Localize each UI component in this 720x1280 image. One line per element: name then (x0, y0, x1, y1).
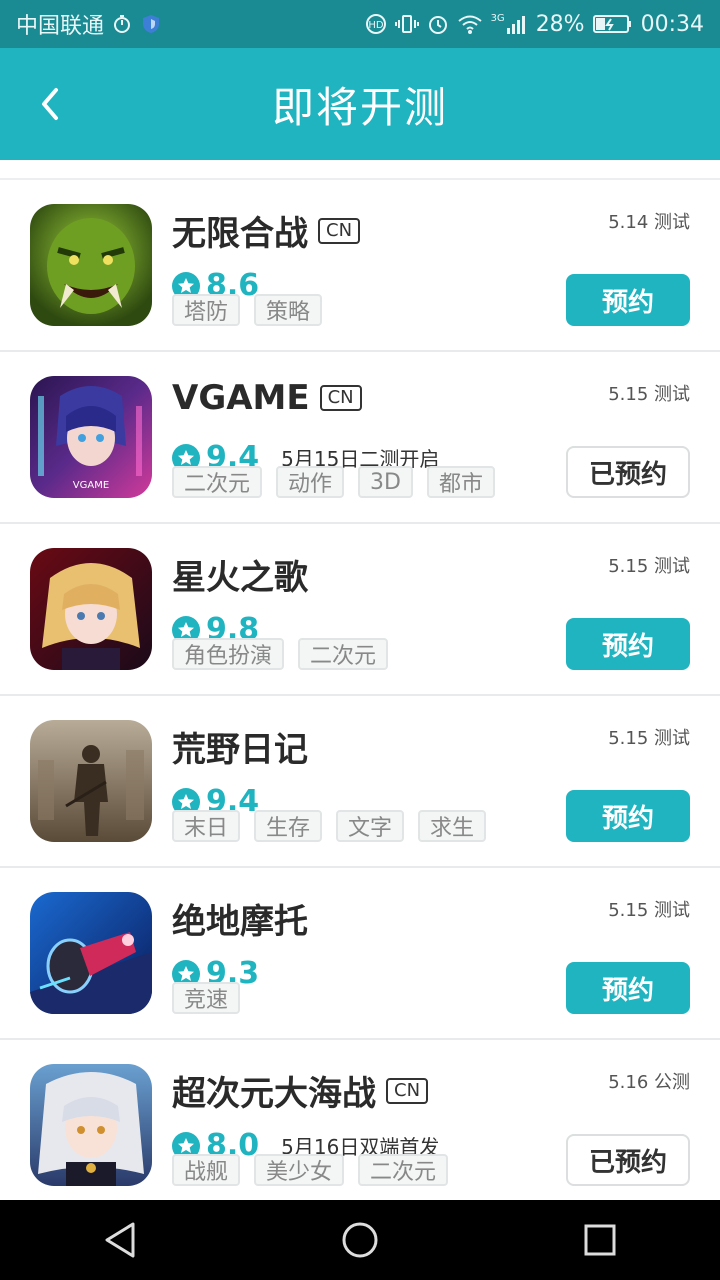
svg-text:HD: HD (368, 20, 384, 31)
reserve-button[interactable]: 预约 (566, 618, 690, 670)
network-type: 3G (490, 13, 505, 24)
list-item[interactable]: 星火之歌 5.15 测试 9.8 角色扮演 二次元 预约 (0, 524, 720, 696)
svg-text:VGAME: VGAME (73, 480, 109, 491)
reserve-button[interactable]: 预约 (566, 274, 690, 326)
system-nav-bar (0, 1200, 720, 1280)
circle-home-icon (342, 1222, 378, 1258)
list-item[interactable]: 超次元大海战 CN 5.16 公测 8.0 5月16日双端首发 战舰 美少女 二… (0, 1040, 720, 1212)
status-bar: 中国联通 HD 3G 28% 00:34 (0, 0, 720, 48)
battery-icon (592, 13, 633, 35)
game-name: 无限合战 (172, 214, 308, 254)
tag[interactable]: 策略 (254, 294, 323, 326)
test-date: 5.15 测试 (608, 556, 690, 577)
reserve-button[interactable]: 预约 (566, 790, 690, 842)
wifi-icon (457, 13, 483, 35)
battery-percent: 28% (535, 11, 585, 37)
region-badge: CN (319, 385, 362, 411)
tag-list: 战舰 美少女 二次元 (172, 1154, 449, 1186)
timer-icon (112, 14, 132, 34)
game-name: 超次元大海战 (172, 1074, 376, 1114)
tag-list: 竞速 (172, 982, 241, 1014)
tag[interactable]: 二次元 (172, 466, 263, 498)
game-icon-vgame[interactable]: VGAME (30, 376, 152, 498)
tag[interactable]: 文字 (336, 810, 405, 842)
chevron-left-icon (42, 88, 58, 120)
game-icon-orc[interactable] (30, 204, 152, 326)
game-list: 无限合战 CN 5.14 测试 8.6 塔防 策略 预约 VGAME VGAME… (0, 178, 720, 1212)
square-recents-icon (584, 1224, 616, 1256)
tag[interactable]: 动作 (276, 466, 345, 498)
test-date: 5.16 公测 (608, 1072, 690, 1093)
list-item[interactable]: 无限合战 CN 5.14 测试 8.6 塔防 策略 预约 (0, 180, 720, 352)
game-icon-wasteland[interactable] (30, 720, 152, 842)
clock: 00:34 (640, 11, 704, 37)
reserved-button[interactable]: 已预约 (566, 1134, 690, 1186)
region-badge: CN (386, 1077, 429, 1104)
tag-list: 末日 生存 文字 求生 (172, 810, 487, 842)
test-date: 5.15 测试 (608, 728, 690, 749)
hd-call-icon: HD (365, 13, 387, 35)
tag[interactable]: 二次元 (358, 1154, 449, 1186)
tag[interactable]: 3D (358, 466, 413, 498)
tag[interactable]: 都市 (426, 466, 495, 498)
tag[interactable]: 战舰 (172, 1154, 241, 1186)
game-icon-starfire[interactable] (30, 548, 152, 670)
reserve-button[interactable]: 预约 (566, 962, 690, 1014)
game-name: 星火之歌 (172, 558, 308, 598)
tag[interactable]: 竞速 (172, 982, 241, 1014)
tag-list: 角色扮演 二次元 (172, 638, 389, 670)
tag[interactable]: 角色扮演 (172, 638, 285, 670)
nav-home-button[interactable] (315, 1200, 405, 1280)
test-date: 5.14 测试 (608, 212, 690, 233)
tag[interactable]: 生存 (254, 810, 323, 842)
nav-recents-button[interactable] (555, 1200, 645, 1280)
app-header: 即将开测 (0, 48, 720, 160)
game-icon-motorcycle[interactable] (30, 892, 152, 1014)
page-title: 即将开测 (271, 82, 448, 132)
shield-icon (140, 13, 162, 35)
back-button[interactable] (24, 78, 76, 130)
tag-list: 二次元 动作 3D 都市 (172, 466, 495, 498)
tag[interactable]: 美少女 (254, 1154, 345, 1186)
signal-icon: 3G (491, 13, 528, 35)
vibrate-icon (394, 13, 419, 35)
reserved-button[interactable]: 已预约 (566, 446, 690, 498)
triangle-back-icon (105, 1222, 135, 1258)
alarm-icon (427, 13, 449, 35)
tag[interactable]: 二次元 (298, 638, 389, 670)
tag[interactable]: 塔防 (172, 294, 241, 326)
game-name: 绝地摩托 (172, 902, 308, 942)
game-name: VGAME (172, 378, 310, 418)
tag[interactable]: 末日 (172, 810, 241, 842)
game-name: 荒野日记 (172, 730, 308, 770)
test-date: 5.15 测试 (608, 900, 690, 921)
list-item[interactable]: 荒野日记 5.15 测试 9.4 末日 生存 文字 求生 预约 (0, 696, 720, 868)
list-item[interactable]: 绝地摩托 5.15 测试 9.3 竞速 预约 (0, 868, 720, 1040)
region-badge: CN (318, 217, 361, 244)
nav-back-button[interactable] (75, 1200, 165, 1280)
tag[interactable]: 求生 (418, 810, 487, 842)
test-date: 5.15 测试 (608, 384, 690, 405)
list-item[interactable]: VGAME VGAME CN 5.15 测试 9.4 5月15日二测开启 二次元… (0, 352, 720, 524)
game-icon-naval-battle[interactable] (30, 1064, 152, 1186)
carrier-label: 中国联通 (16, 14, 105, 39)
tag-list: 塔防 策略 (172, 294, 323, 326)
